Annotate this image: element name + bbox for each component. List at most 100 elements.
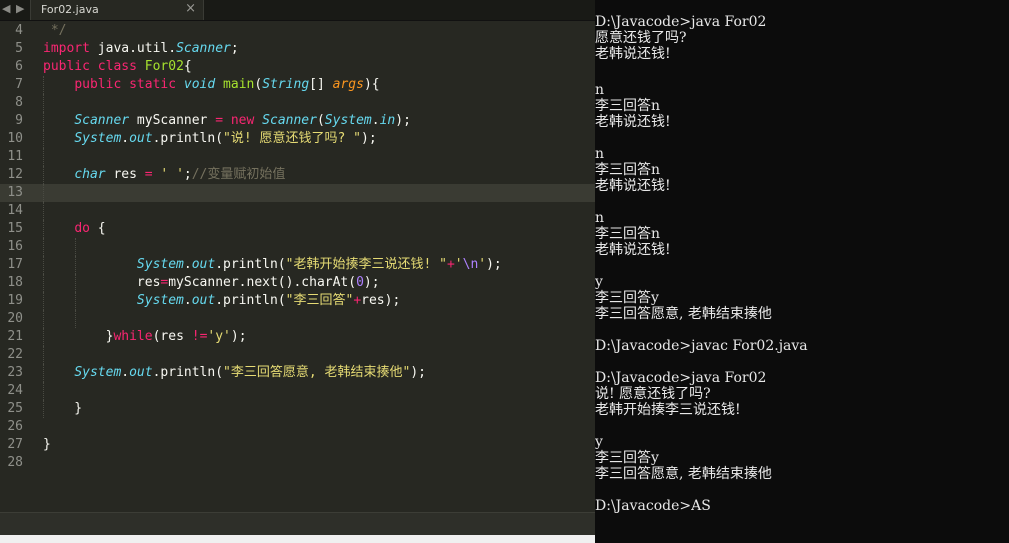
console-line: 愿意还钱了吗? [595,30,687,46]
line-number: 28 [7,455,23,470]
code-line[interactable]: 20 [0,310,595,328]
code-line[interactable]: 26 [0,418,595,436]
code-text: do { [74,221,106,236]
indent-guide [43,184,44,202]
code-line[interactable]: 28 [0,454,595,472]
line-number: 15 [7,221,23,236]
line-number: 26 [7,419,23,434]
code-line[interactable]: 14 [0,202,595,220]
console-line: 李三回答n [595,98,661,114]
line-number: 6 [15,59,23,74]
tab-for02-java[interactable]: For02.java × [30,0,204,20]
code-line[interactable]: 6 public class For02{ [0,58,595,76]
indent-guide [43,274,44,292]
code-text: public class For02{ [43,59,192,74]
indent-guide [43,220,44,238]
code-editor[interactable]: ◀ ▶ For02.java × 4 */5 import java.util.S… [0,0,595,543]
horizontal-scrollbar[interactable] [0,512,595,535]
tab-bar: ◀ ▶ For02.java × [0,0,595,21]
indent-guide [43,166,44,184]
indent-guide [43,400,44,418]
console-line: n [595,210,605,226]
console-line: y [595,434,603,450]
console-line: D:\Javacode>java For02 [595,370,767,386]
code-line[interactable]: 21 }while(res !='y'); [0,328,595,346]
code-text: char res = ' ';//变量赋初始值 [74,167,286,182]
code-line[interactable]: 7 public static void main(String[] args)… [0,76,595,94]
console-line: 李三回答n [595,226,661,242]
indent-guide [43,382,44,400]
console-line: 李三回答y [595,290,659,306]
console-line: n [595,146,605,162]
console-line: D:\Javacode>javac For02.java [595,338,808,354]
code-text: }while(res !='y'); [43,329,247,344]
console-line: 说! 愿意还钱了吗? [595,386,711,402]
indent-guide [75,292,76,310]
console-line: 李三回答愿意, 老韩结束揍他 [595,306,772,322]
line-number: 24 [7,383,23,398]
code-line[interactable]: 13 [0,184,595,202]
line-number: 4 [15,23,23,38]
line-number: 22 [7,347,23,362]
code-line[interactable]: 25 } [0,400,595,418]
console-line: D:\Javacode>AS [595,498,711,514]
console-line: 李三回答n [595,162,661,178]
console-line: 老韩开始揍李三说还钱! [595,402,741,418]
code-line[interactable]: 27} [0,436,595,454]
code-text: System.out.println("李三回答愿意, 老韩结束揍他"); [74,365,427,380]
code-line[interactable]: 5 import java.util.Scanner; [0,40,595,58]
code-line[interactable]: 23 System.out.println("李三回答愿意, 老韩结束揍他"); [0,364,595,382]
code-line[interactable]: 16 [0,238,595,256]
code-line[interactable]: 11 [0,148,595,166]
console-line: 李三回答愿意, 老韩结束揍他 [595,466,772,482]
indent-guide [43,256,44,274]
tab-back-arrow-icon[interactable]: ◀ [2,1,10,17]
indent-guide [43,76,44,94]
line-number: 9 [15,113,23,128]
line-number: 5 [15,41,23,56]
line-number: 21 [7,329,23,344]
code-line[interactable]: 8 [0,94,595,112]
line-number: 17 [7,257,23,272]
code-text: System.out.println("老韩开始揍李三说还钱! "+'\n'); [136,257,502,272]
indent-guide [43,364,44,382]
code-text: } [43,437,51,452]
code-line[interactable]: 4 */ [0,22,595,40]
indent-guide [75,256,76,274]
tab-forward-arrow-icon[interactable]: ▶ [16,1,24,17]
code-line[interactable]: 22 [0,346,595,364]
line-number: 10 [7,131,23,146]
indent-guide [43,148,44,166]
code-text: System.out.println("说! 愿意还钱了吗? "); [74,131,377,146]
code-text: res=myScanner.next().charAt(0); [43,275,380,290]
code-line[interactable]: 17 System.out.println("老韩开始揍李三说还钱! "+'\n… [0,256,595,274]
code-text: } [43,401,83,416]
code-line[interactable]: 19 System.out.println("李三回答"+res); [0,292,595,310]
indent-guide [75,238,76,256]
line-number: 18 [7,275,23,290]
indent-guide [43,238,44,256]
code-line[interactable]: 10 System.out.println("说! 愿意还钱了吗? "); [0,130,595,148]
code-text: import java.util.Scanner; [43,41,239,56]
code-line[interactable]: 18 res=myScanner.next().charAt(0); [0,274,595,292]
console-line: 老韩说还钱! [595,46,671,62]
console-line: 老韩说还钱! [595,114,671,130]
console-line: y [595,274,603,290]
code-line[interactable]: 12 char res = ' ';//变量赋初始值 [0,166,595,184]
console-window[interactable]: D:\Javacode>java For02 愿意还钱了吗? 老韩说还钱! n 李三回答… [595,0,1009,543]
code-line[interactable]: 9 Scanner myScanner = new Scanner(System… [0,112,595,130]
indent-guide [43,112,44,130]
indent-guide [43,292,44,310]
code-text: */ [43,23,67,38]
indent-guide [43,130,44,148]
line-number: 20 [7,311,23,326]
code-line[interactable]: 24 [0,382,595,400]
console-line: D:\Javacode>java For02 [595,14,767,30]
code-line[interactable]: 15 do { [0,220,595,238]
code-text: System.out.println("李三回答"+res); [136,293,401,308]
line-number: 23 [7,365,23,380]
code-area[interactable]: 4 */5 import java.util.Scanner; 6 public cl… [0,22,595,490]
close-tab-icon[interactable]: × [185,1,196,16]
line-number: 27 [7,437,23,452]
line-number: 19 [7,293,23,308]
